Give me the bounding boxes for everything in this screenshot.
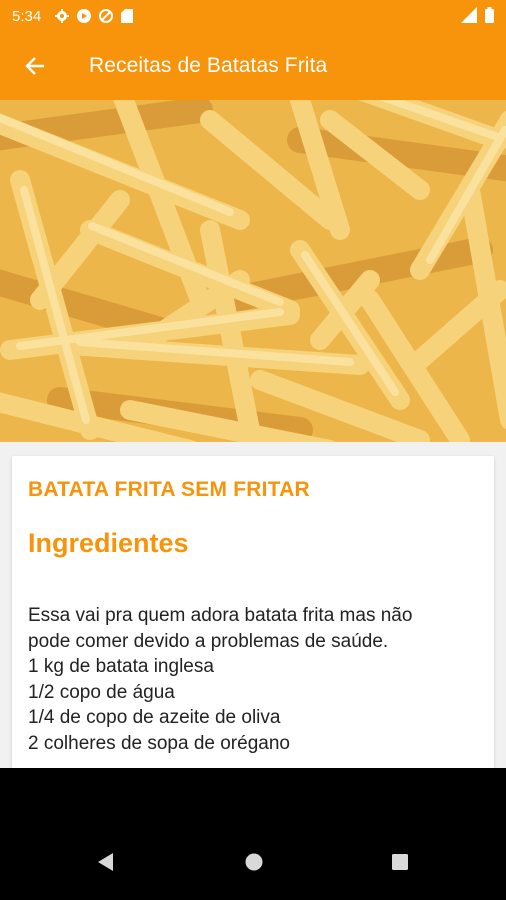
ingredient-line: 1/2 copo de água <box>28 681 175 703</box>
french-fries-photo <box>0 100 506 442</box>
recipe-line: pode comer devido a problemas de saúde. <box>28 630 389 652</box>
signal-icon <box>461 7 477 23</box>
sd-card-icon <box>121 9 134 23</box>
status-icons <box>55 9 134 23</box>
status-time: 5:34 <box>12 7 42 25</box>
ingredient-line: 1 kg de batata inglesa <box>28 656 214 677</box>
battery-icon <box>485 7 494 23</box>
recipe-card: BATATA FRITA SEM FRITAR Ingredientes Ess… <box>12 456 494 768</box>
ingredient-line: 2 colheres de sopa de orégano <box>28 732 290 754</box>
play-store-icon <box>77 9 92 23</box>
data-saver-icon <box>99 9 114 23</box>
recipe-body: Essa vai pra quem adora batata frita mas… <box>28 603 484 756</box>
section-title: Ingredientes <box>28 528 189 558</box>
status-bar: 5:34 <box>0 0 506 32</box>
app-bar: Receitas de Batatas Frita <box>0 32 506 100</box>
home-circle-icon[interactable] <box>244 852 264 872</box>
recents-square-icon[interactable] <box>390 852 410 872</box>
settings-icon <box>55 9 70 23</box>
back-triangle-icon[interactable] <box>96 852 116 872</box>
recipe-title: BATATA FRITA SEM FRITAR <box>28 478 310 501</box>
arrow-left-icon <box>25 57 44 75</box>
ingredient-line: 1/4 de copo de azeite de oliva <box>28 707 281 728</box>
app-screen: 5:34 Receitas de Batatas Frita BATATA FR… <box>0 0 506 768</box>
status-right <box>461 7 494 23</box>
back-button[interactable] <box>11 42 59 90</box>
hero-image <box>0 100 506 442</box>
page-title: Receitas de Batatas Frita <box>89 54 328 77</box>
recipe-line: Essa vai pra quem adora batata frita mas… <box>28 605 413 626</box>
navigation-bar <box>0 768 506 900</box>
